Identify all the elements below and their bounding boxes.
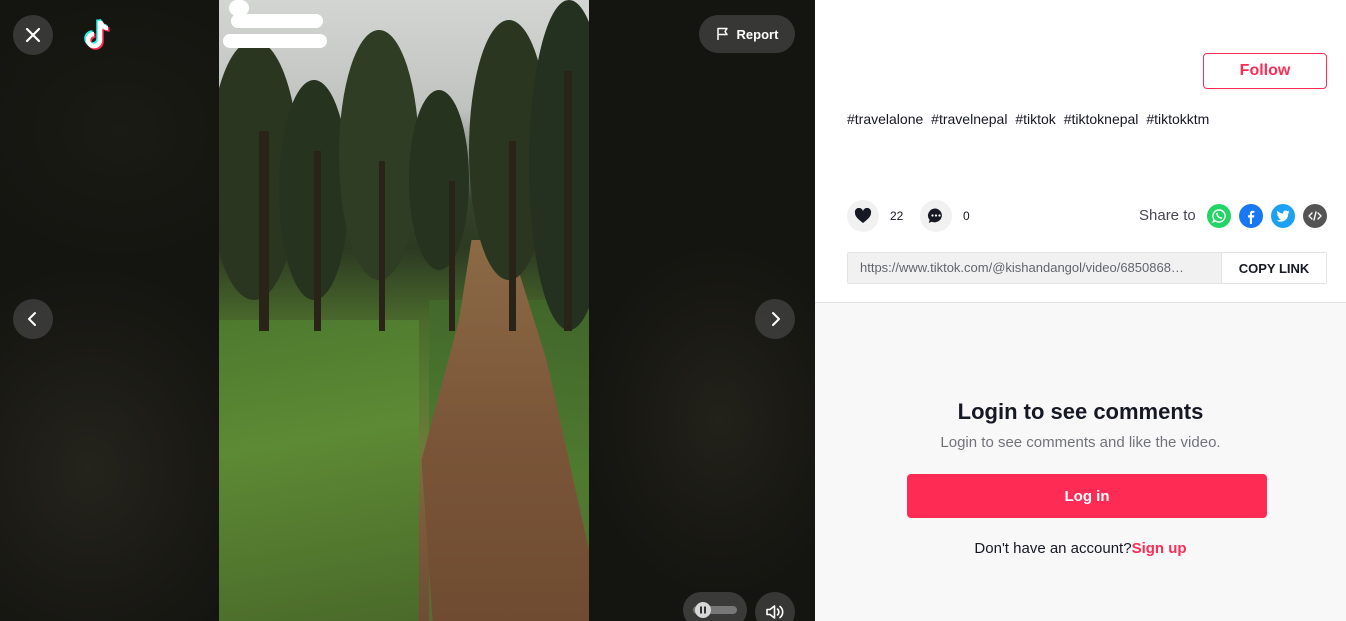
signup-prompt: Don't have an account?Sign up — [815, 540, 1346, 557]
flag-icon — [716, 27, 728, 40]
close-icon — [25, 27, 41, 43]
no-account-text: Don't have an account? — [974, 540, 1132, 557]
pause-button[interactable] — [695, 602, 711, 618]
tiktok-logo-icon[interactable] — [80, 17, 114, 53]
comment-icon — [928, 208, 942, 223]
heart-icon — [854, 208, 872, 223]
share-twitter-button[interactable] — [1271, 204, 1295, 228]
comment-stat: 0 — [920, 200, 970, 232]
tree-trunk — [259, 131, 269, 331]
tree-trunk — [379, 161, 385, 331]
video-link-field[interactable]: https://www.tiktok.com/@kishandangol/vid… — [848, 253, 1221, 283]
comment-count: 0 — [963, 209, 970, 223]
video-description: #travelalone #travelnepal #tiktok #tikto… — [847, 111, 1213, 127]
video-detail-page: Report Follow #travelalone #travelnepal … — [0, 0, 1346, 621]
embed-code-icon — [1308, 211, 1322, 221]
redacted-username — [231, 14, 323, 28]
whatsapp-icon — [1212, 209, 1226, 223]
hashtag-link[interactable]: #travelnepal — [931, 111, 1007, 127]
share-embed-button[interactable] — [1303, 204, 1327, 228]
video-frame[interactable] — [219, 0, 589, 621]
hashtag-link[interactable]: #tiktokktm — [1146, 111, 1209, 127]
tree-canopy — [409, 90, 469, 270]
comment-button[interactable] — [920, 200, 952, 232]
pause-icon — [700, 606, 706, 614]
volume-icon — [766, 605, 784, 619]
tree-trunk — [509, 141, 516, 331]
next-video-button[interactable] — [755, 299, 795, 339]
comments-section: Login to see comments Login to see comme… — [815, 302, 1346, 621]
tree-trunk — [564, 71, 572, 331]
like-button[interactable] — [847, 200, 879, 232]
facebook-icon — [1248, 210, 1255, 224]
copy-link-button[interactable]: COPY LINK — [1221, 253, 1326, 283]
report-button[interactable]: Report — [699, 15, 795, 53]
chevron-right-icon — [772, 312, 780, 326]
share-whatsapp-button[interactable] — [1207, 204, 1231, 228]
twitter-icon — [1276, 210, 1290, 222]
video-player-area: Report — [0, 0, 815, 621]
report-label: Report — [736, 26, 779, 42]
hashtag-link[interactable]: #travelalone — [847, 111, 923, 127]
video-details-panel: Follow #travelalone #travelnepal #tiktok… — [815, 0, 1346, 621]
redacted-username — [223, 34, 327, 48]
copy-link-box: https://www.tiktok.com/@kishandangol/vid… — [847, 252, 1327, 284]
share-facebook-button[interactable] — [1239, 204, 1263, 228]
video-grass-left — [219, 320, 419, 621]
close-button[interactable] — [13, 15, 53, 55]
share-label: Share to — [1139, 207, 1196, 224]
playback-progress[interactable] — [683, 592, 747, 621]
like-stat: 22 — [847, 200, 903, 232]
login-button[interactable]: Log in — [907, 474, 1267, 518]
signup-link[interactable]: Sign up — [1132, 540, 1187, 557]
comments-login-title: Login to see comments — [957, 399, 1204, 424]
previous-video-button[interactable] — [13, 299, 53, 339]
follow-button[interactable]: Follow — [1203, 53, 1327, 89]
chevron-left-icon — [28, 312, 36, 326]
tree-trunk — [449, 181, 455, 331]
like-count: 22 — [890, 209, 904, 223]
tree-trunk — [314, 151, 321, 331]
hashtag-link[interactable]: #tiktoknepal — [1064, 111, 1139, 127]
comments-login-subtitle: Login to see comments and like the video… — [940, 434, 1221, 451]
hashtag-link[interactable]: #tiktok — [1015, 111, 1055, 127]
